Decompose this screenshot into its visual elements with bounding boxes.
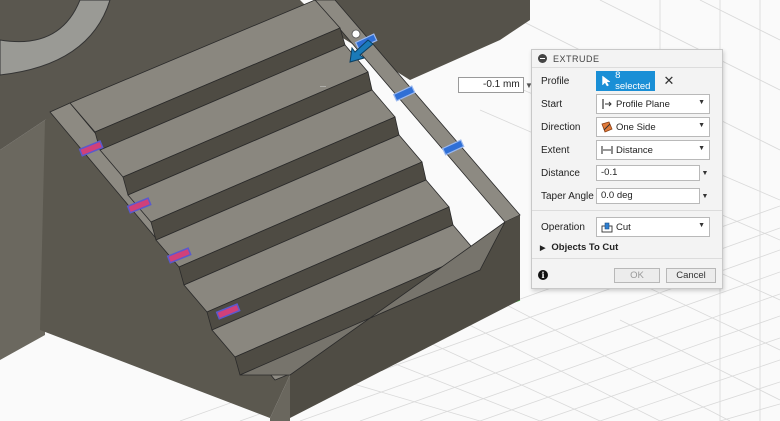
dialog-title: EXTRUDE (553, 53, 600, 64)
chevron-down-icon: ▼ (698, 145, 705, 152)
extent-label: Extent (541, 144, 570, 156)
cancel-button[interactable]: Cancel (666, 268, 716, 283)
distance-input[interactable]: -0.1 (596, 165, 700, 181)
objects-to-cut-label: Objects To Cut (551, 242, 619, 253)
profile-plane-icon (602, 99, 612, 109)
operation-value: Cut (616, 221, 631, 233)
model-base-top (0, 120, 45, 360)
chevron-down-icon[interactable]: ▼ (700, 193, 710, 200)
chevron-down-icon[interactable]: ▼ (700, 170, 710, 177)
taper-angle-input[interactable]: 0.0 deg (596, 188, 700, 204)
profile-selection-count: 8 selected (615, 70, 651, 92)
profile-label: Profile (541, 75, 570, 87)
start-dropdown[interactable]: Profile Plane ▼ (596, 94, 710, 114)
clear-selection-icon[interactable]: ✕ (663, 73, 675, 89)
operation-row: Operation Cut ▼ (532, 216, 722, 238)
distance-row: Distance -0.1 ▼ (532, 162, 722, 184)
operation-dropdown[interactable]: Cut ▼ (596, 217, 710, 237)
divider (532, 258, 722, 259)
expand-triangle-icon[interactable]: ▶ (540, 244, 545, 252)
chevron-down-icon: ▼ (698, 122, 705, 129)
taper-angle-row: Taper Angle 0.0 deg ▼ (532, 185, 722, 207)
profile-row: Profile 8 selected ✕ (532, 70, 722, 92)
cursor-arrow-icon (602, 75, 611, 87)
divider (532, 210, 722, 211)
one-side-icon (601, 121, 613, 133)
small-dim-mark: — (320, 84, 326, 90)
cut-icon (601, 222, 613, 233)
direction-dropdown[interactable]: One Side ▼ (596, 117, 710, 137)
taper-angle-label: Taper Angle (541, 190, 594, 202)
start-row: Start Profile Plane ▼ (532, 93, 722, 115)
direction-value: One Side (616, 121, 656, 133)
info-icon[interactable]: i (538, 270, 548, 280)
distance-icon (601, 146, 613, 154)
profile-select-button[interactable]: 8 selected (596, 70, 655, 92)
start-value: Profile Plane (616, 98, 670, 110)
direction-label: Direction (541, 121, 581, 133)
extent-row: Extent Distance ▼ (532, 139, 722, 161)
extrude-dialog: EXTRUDE Profile 8 selected ✕ Start Profi… (531, 49, 723, 289)
dialog-header[interactable]: EXTRUDE (532, 50, 722, 68)
direction-row: Direction One Side ▼ (532, 116, 722, 138)
chevron-down-icon: ▼ (698, 99, 705, 106)
collapse-icon[interactable] (538, 54, 547, 63)
ok-button[interactable]: OK (614, 268, 660, 283)
distance-label: Distance (541, 167, 580, 179)
start-label: Start (541, 98, 563, 110)
objects-to-cut-section[interactable]: ▶ Objects To Cut (540, 242, 618, 253)
distance-manipulator-value[interactable]: -0.1 mm (458, 77, 524, 93)
chevron-down-icon: ▼ (698, 222, 705, 229)
operation-label: Operation (541, 221, 585, 233)
distance-manipulator-input[interactable]: -0.1 mm ▼ (458, 76, 534, 94)
extent-dropdown[interactable]: Distance ▼ (596, 140, 710, 160)
extent-value: Distance (616, 144, 653, 156)
